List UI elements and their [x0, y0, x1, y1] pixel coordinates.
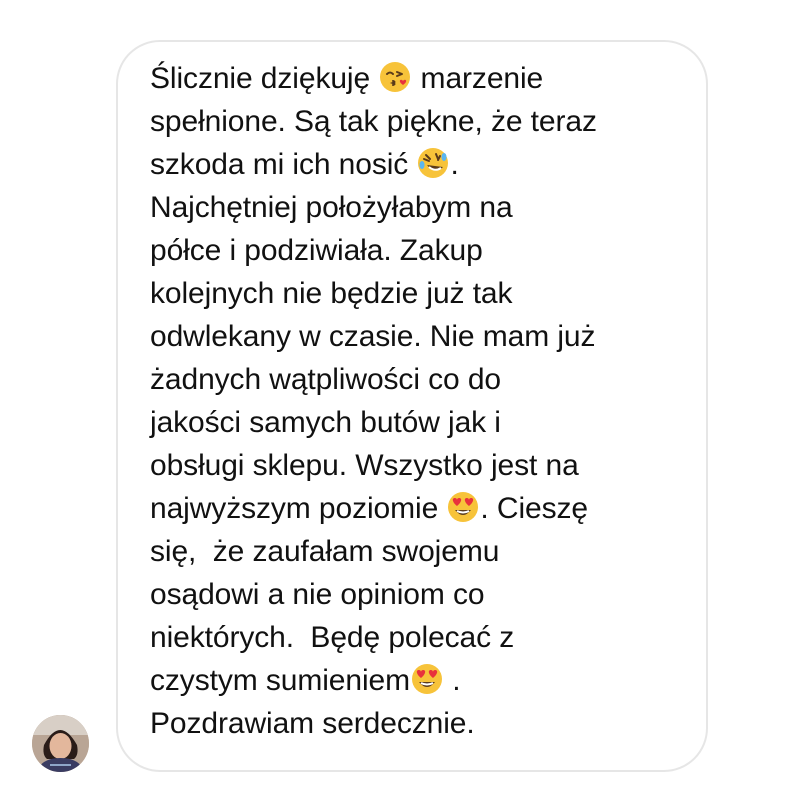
smiling-face-heart-eyes-icon	[448, 492, 479, 522]
message-text-segment: . Cieszę	[480, 492, 588, 525]
message-text-segment: czystym sumieniem	[150, 664, 411, 697]
message-line: Ślicznie dziękuję marzenie	[150, 57, 700, 100]
message-text-segment: osądowi a nie opiniom co	[150, 578, 485, 611]
message-text-segment: .	[450, 148, 459, 181]
message-text-segment: .	[444, 664, 461, 697]
sender-avatar[interactable]	[32, 715, 89, 772]
message-line: półce i podziwiała. Zakup	[150, 229, 700, 272]
message-text-segment: niektórych. Będę polecać z	[150, 621, 515, 654]
message-text-segment: Pozdrawiam serdecznie.	[150, 707, 475, 740]
message-line: osądowi a nie opiniom co	[150, 573, 700, 616]
message-text-segment: Najchętniej położyłabym na	[150, 191, 513, 224]
message-line: najwyższym poziomie . Cieszę	[150, 487, 700, 530]
message-line: Najchętniej położyłabym na	[150, 186, 700, 229]
message-line: jakości samych butów jak i	[150, 401, 700, 444]
message-line: kolejnych nie będzie już tak	[150, 272, 700, 315]
message-text-segment: najwyższym poziomie	[150, 492, 447, 525]
message-text: Ślicznie dziękuję marzenie spełnione. Są…	[150, 57, 700, 745]
message-text-segment: odwlekany w czasie. Nie mam już	[150, 320, 596, 353]
message-text-segment: Ślicznie dziękuję	[150, 62, 379, 95]
message-line: odwlekany w czasie. Nie mam już	[150, 315, 700, 358]
message-line: żadnych wątpliwości co do	[150, 358, 700, 401]
message-text-segment: szkoda mi ich nosić	[150, 148, 417, 181]
avatar-photo	[32, 715, 89, 772]
message-text-segment: obsługi sklepu. Wszystko jest na	[150, 449, 579, 482]
message-text-segment: półce i podziwiała. Zakup	[150, 234, 483, 267]
rolling-on-floor-laughing-icon	[418, 148, 449, 178]
message-text-segment: marzenie	[412, 62, 544, 95]
message-text-segment: kolejnych nie będzie już tak	[150, 277, 513, 310]
message-text-segment: się, że zaufałam swojemu	[150, 535, 500, 568]
smiling-face-heart-eyes-icon	[412, 664, 443, 694]
message-line: niektórych. Będę polecać z	[150, 616, 700, 659]
message-line: szkoda mi ich nosić .	[150, 143, 700, 186]
message-text-segment: jakości samych butów jak i	[150, 406, 501, 439]
chat-screen: Ślicznie dziękuję marzenie spełnione. Są…	[0, 0, 800, 800]
message-text-segment: żadnych wątpliwości co do	[150, 363, 502, 396]
message-line: obsługi sklepu. Wszystko jest na	[150, 444, 700, 487]
face-blowing-kiss-icon	[380, 62, 411, 92]
message-line: czystym sumieniem .	[150, 659, 700, 702]
message-line: spełnione. Są tak piękne, że teraz	[150, 100, 700, 143]
message-text-segment: spełnione. Są tak piękne, że teraz	[150, 105, 597, 138]
message-line: się, że zaufałam swojemu	[150, 530, 700, 573]
message-line: Pozdrawiam serdecznie.	[150, 702, 700, 745]
